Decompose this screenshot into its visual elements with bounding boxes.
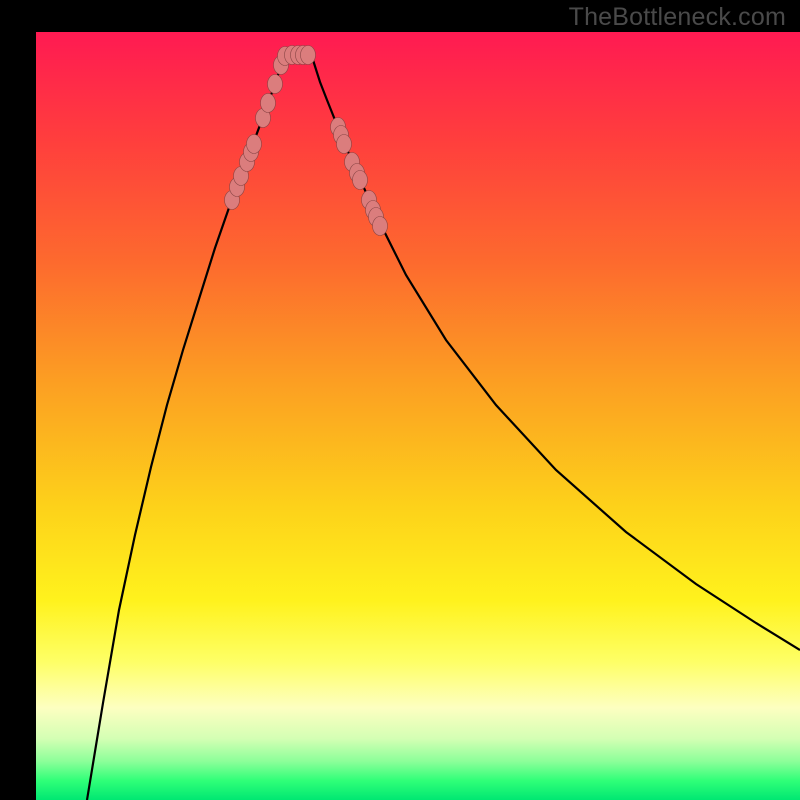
bottleneck-chart [36,32,800,800]
data-marker [268,75,283,94]
plot-area [36,32,800,800]
data-marker [337,135,352,154]
chart-frame: TheBottleneck.com [0,0,800,800]
watermark-text: TheBottleneck.com [569,3,786,32]
data-marker [261,94,276,113]
data-marker [247,135,262,154]
gradient-background [36,32,800,800]
data-marker [353,171,368,190]
data-marker [301,46,316,65]
data-marker [373,217,388,236]
